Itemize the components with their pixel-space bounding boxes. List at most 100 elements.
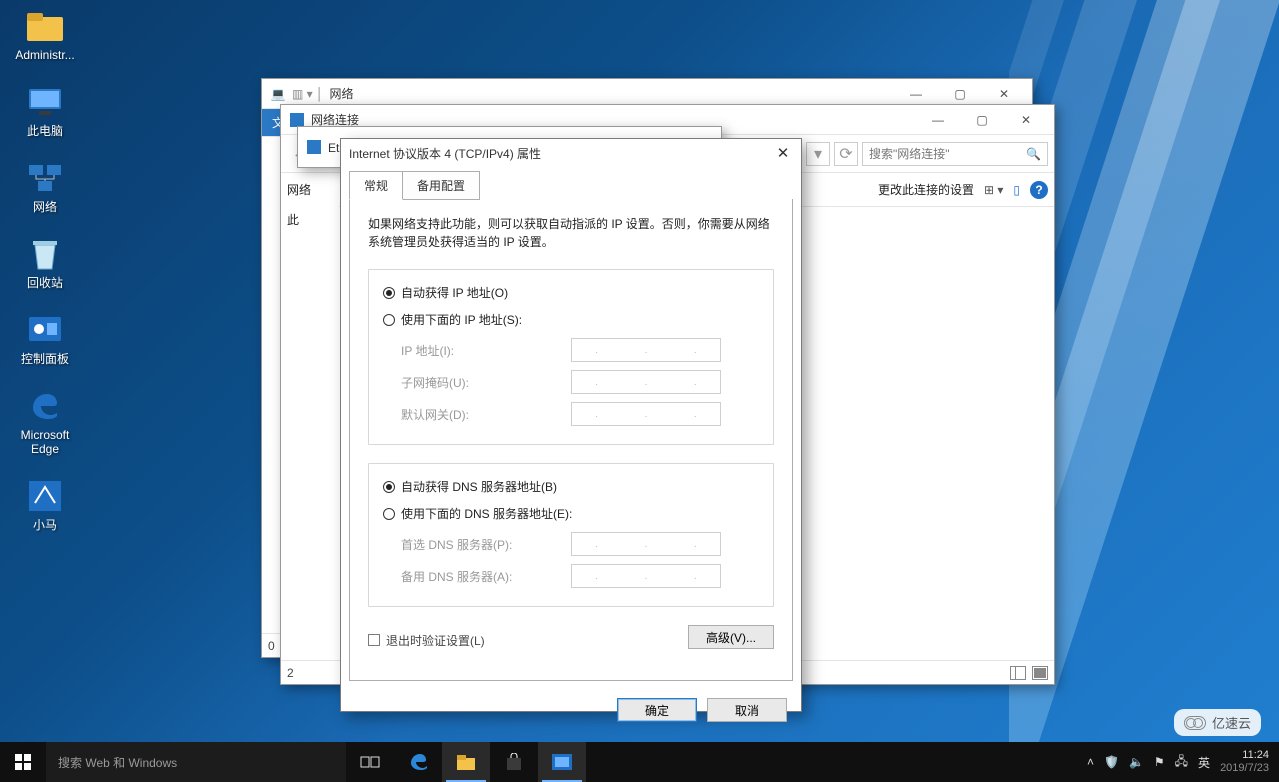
system-tray[interactable]: ˄ 🛡️ 🔈 ⚑ 🖧 英 11:24 2019/7/23 <box>1077 742 1279 782</box>
tab-strip: 常规 备用配置 <box>349 171 793 200</box>
input-default-gateway: ... <box>571 402 721 426</box>
advanced-button[interactable]: 高级(V)... <box>688 625 774 649</box>
desktop-icon-label: 控制面板 <box>21 352 69 366</box>
titlebar[interactable]: Internet 协议版本 4 (TCP/IPv4) 属性 ✕ <box>341 139 801 167</box>
taskbar-pinned <box>346 742 586 782</box>
refresh-button[interactable]: ⟳ <box>834 142 858 166</box>
desktop-icon-label: 回收站 <box>27 276 63 290</box>
close-button[interactable]: ✕ <box>773 144 793 162</box>
shortcut-icon <box>25 478 65 514</box>
control-panel-icon <box>25 312 65 348</box>
tab-panel-general: 如果网络支持此功能，则可以获取自动指派的 IP 设置。否则，你需要从网络系统管理… <box>349 199 793 681</box>
desktop-icon-label: Microsoft Edge <box>21 428 70 456</box>
radio-icon <box>383 481 395 493</box>
input-alternate-dns: ... <box>571 564 721 588</box>
close-button[interactable]: ✕ <box>1004 109 1048 131</box>
taskbar-store[interactable] <box>490 742 538 782</box>
row-alternate-dns: 备用 DNS 服务器(A): ... <box>401 564 759 588</box>
window-title: 网络 <box>330 85 354 102</box>
taskbar-clock[interactable]: 11:24 2019/7/23 <box>1220 749 1269 775</box>
watermark-text: 亿速云 <box>1212 713 1251 732</box>
recycle-bin-icon <box>25 236 65 272</box>
view-switcher[interactable] <box>1010 666 1048 680</box>
help-icon[interactable]: ? <box>1030 181 1048 199</box>
item-count: 2 <box>287 666 294 680</box>
taskbar[interactable]: 搜索 Web 和 Windows ˄ 🛡️ 🔈 ⚑ 🖧 英 11:24 2019… <box>0 742 1279 782</box>
task-view-button[interactable] <box>346 742 394 782</box>
maximize-button[interactable]: ▢ <box>938 83 982 105</box>
ethernet-icon <box>306 139 322 155</box>
watermark: 亿速云 <box>1174 709 1261 736</box>
nav-pane[interactable]: 此 <box>281 205 339 660</box>
field-label: IP 地址(I): <box>401 342 571 359</box>
input-subnet-mask: ... <box>571 370 721 394</box>
watermark-icon <box>1184 716 1206 730</box>
minimize-button[interactable]: — <box>916 109 960 131</box>
checkbox-validate-on-exit[interactable]: 退出时验证设置(L) <box>368 632 485 649</box>
row-default-gateway: 默认网关(D): ... <box>401 402 759 426</box>
user-folder-icon <box>25 8 65 44</box>
tray-volume-icon[interactable]: 🔈 <box>1129 755 1144 769</box>
desktop-icon-label: 此电脑 <box>27 124 63 138</box>
radio-manual-dns[interactable]: 使用下面的 DNS 服务器地址(E): <box>383 505 759 522</box>
sidebar-label[interactable]: 网络 <box>287 181 311 198</box>
input-ip-address: ... <box>571 338 721 362</box>
taskbar-explorer[interactable] <box>442 742 490 782</box>
radio-label: 使用下面的 IP 地址(S): <box>401 311 522 328</box>
ok-button[interactable]: 确定 <box>617 698 697 722</box>
radio-icon <box>383 508 395 520</box>
desktop-icon-administrator[interactable]: Administr... <box>8 8 82 62</box>
desktop-icon-label: 网络 <box>33 200 57 214</box>
ime-indicator[interactable]: 英 <box>1198 754 1210 771</box>
radio-label: 使用下面的 DNS 服务器地址(E): <box>401 505 572 522</box>
description-text: 如果网络支持此功能，则可以获取自动指派的 IP 设置。否则，你需要从网络系统管理… <box>368 215 774 251</box>
radio-manual-ip[interactable]: 使用下面的 IP 地址(S): <box>383 311 759 328</box>
tab-alternate[interactable]: 备用配置 <box>402 171 480 200</box>
nav-pane[interactable] <box>262 137 282 633</box>
tray-shield-icon[interactable]: 🛡️ <box>1104 755 1119 769</box>
cancel-button[interactable]: 取消 <box>707 698 787 722</box>
maximize-button[interactable]: ▢ <box>960 109 1004 131</box>
radio-auto-dns[interactable]: 自动获得 DNS 服务器地址(B) <box>383 478 759 495</box>
desktop-icon-this-pc[interactable]: 此电脑 <box>8 84 82 138</box>
toolbar-change-settings[interactable]: 更改此连接的设置 <box>878 181 974 198</box>
clock-date: 2019/7/23 <box>1220 762 1269 775</box>
tray-flag-icon[interactable]: ⚑ <box>1154 755 1165 769</box>
desktop-icon-edge[interactable]: Microsoft Edge <box>8 388 82 456</box>
taskbar-search[interactable]: 搜索 Web 和 Windows <box>46 742 346 782</box>
taskbar-control-panel[interactable] <box>538 742 586 782</box>
field-label: 子网掩码(U): <box>401 374 571 391</box>
radio-icon <box>383 314 395 326</box>
radio-auto-ip[interactable]: 自动获得 IP 地址(O) <box>383 284 759 301</box>
desktop-icon-control-panel[interactable]: 控制面板 <box>8 312 82 366</box>
item-count: 0 <box>268 639 275 653</box>
history-button[interactable]: ▾ <box>806 142 830 166</box>
taskbar-edge[interactable] <box>394 742 442 782</box>
close-button[interactable]: ✕ <box>982 83 1026 105</box>
tab-general[interactable]: 常规 <box>349 171 403 200</box>
tray-network-icon[interactable]: 🖧 <box>1175 752 1188 773</box>
desktop-icon-recycle-bin[interactable]: 回收站 <box>8 236 82 290</box>
row-subnet-mask: 子网掩码(U): ... <box>401 370 759 394</box>
windows-icon <box>15 754 31 770</box>
desktop-icon-label: Administr... <box>15 48 74 62</box>
preview-pane-icon[interactable]: ▯ <box>1013 183 1020 197</box>
tray-expand-icon[interactable]: ˄ <box>1087 755 1094 769</box>
dialog-ipv4-properties[interactable]: Internet 协议版本 4 (TCP/IPv4) 属性 ✕ 常规 备用配置 … <box>340 138 802 712</box>
icons-view-icon[interactable] <box>1032 666 1048 680</box>
row-ip-address: IP 地址(I): ... <box>401 338 759 362</box>
radio-label: 自动获得 IP 地址(O) <box>401 284 508 301</box>
minimize-button[interactable]: — <box>894 83 938 105</box>
search-input[interactable]: 搜索"网络连接" 🔍 <box>862 142 1048 166</box>
details-view-icon[interactable] <box>1010 666 1026 680</box>
view-menu-icon[interactable]: ⊞ ▾ <box>984 183 1003 197</box>
checkbox-label: 退出时验证设置(L) <box>386 632 485 649</box>
desktop-icon-network[interactable]: 网络 <box>8 160 82 214</box>
search-placeholder: 搜索"网络连接" <box>869 145 950 162</box>
checkbox-icon <box>368 634 380 646</box>
desktop-icon-label: 小马 <box>33 518 57 532</box>
start-button[interactable] <box>0 742 46 782</box>
desktop-icon-xiaoma[interactable]: 小马 <box>8 478 82 532</box>
search-icon: 🔍 <box>1026 147 1041 161</box>
search-placeholder: 搜索 Web 和 Windows <box>58 754 177 771</box>
